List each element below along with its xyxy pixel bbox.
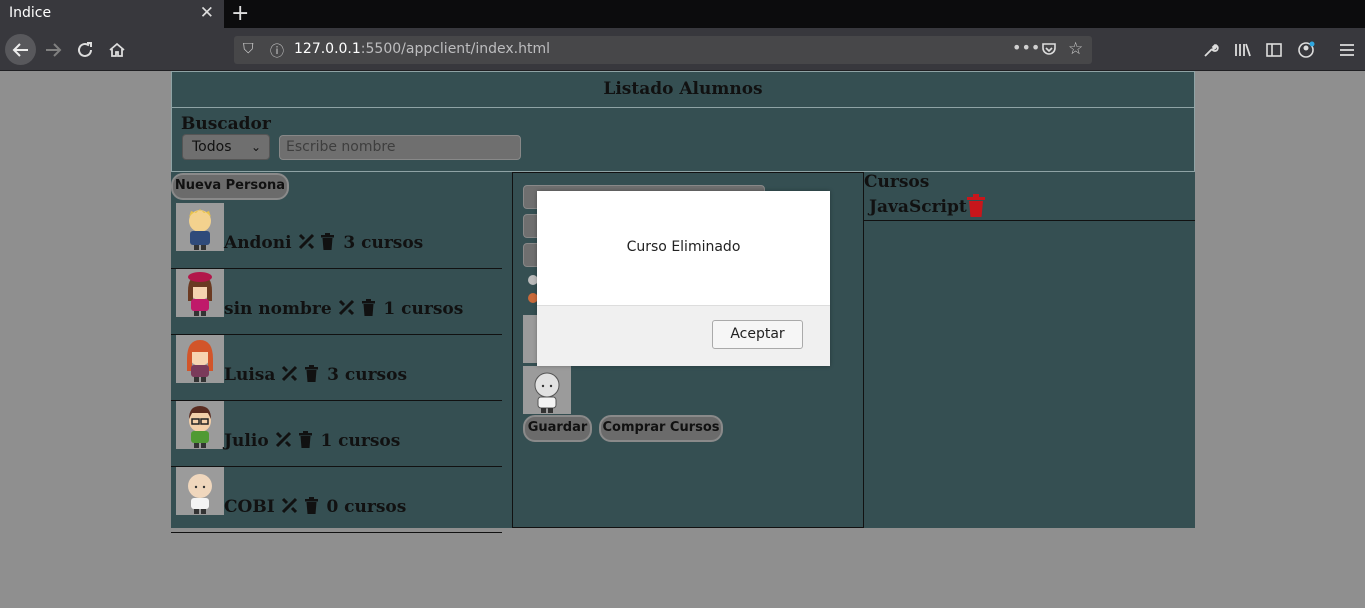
tab-title: Indice [9, 5, 52, 21]
url-host: 127.0.0.1 [294, 41, 361, 57]
avatar [176, 269, 224, 317]
url-bar[interactable]: ⛉ ⓘ 127.0.0.1:5500/appclient/index.html … [234, 36, 1092, 64]
new-tab-icon[interactable]: + [231, 1, 249, 26]
shield-icon[interactable]: ⛉ [243, 41, 254, 57]
list-item: Luisa 3 cursos [171, 335, 502, 401]
list-item: JavaScript [864, 194, 1195, 221]
avatar [176, 401, 224, 449]
dialog-message: Curso Eliminado [626, 239, 741, 255]
person-line: Andoni 3 cursos [224, 233, 423, 253]
home-icon[interactable] [102, 35, 132, 65]
trash-icon[interactable] [304, 365, 321, 382]
edit-icon[interactable] [298, 233, 315, 250]
courses-panel: Cursos JavaScript [864, 172, 1195, 528]
course-count: 3 cursos [343, 233, 424, 253]
tab-indice[interactable]: Indice ✕ [0, 0, 224, 28]
person-line: Julio 1 cursos [224, 431, 400, 451]
buy-courses-button[interactable]: Comprar Cursos [599, 415, 723, 442]
person-line: COBI 0 cursos [224, 497, 406, 517]
alert-dialog: Curso Eliminado Aceptar [537, 191, 830, 366]
edit-icon[interactable] [275, 431, 292, 448]
wrench-icon[interactable] [1196, 35, 1226, 65]
list-item: Andoni 3 cursos [171, 203, 502, 269]
course-count: 1 cursos [383, 299, 464, 319]
avatar [176, 203, 224, 251]
tab-bar: Indice ✕ + [0, 0, 1365, 28]
person-name: COBI [224, 497, 275, 517]
page-title: Listado Alumnos [171, 71, 1195, 108]
bookmark-star-icon[interactable]: ☆ [1068, 39, 1083, 59]
avatar [176, 467, 224, 515]
trash-icon[interactable] [361, 299, 378, 316]
list-item: Julio 1 cursos [171, 401, 502, 467]
person-line: sin nombre 1 cursos [224, 299, 463, 319]
trash-icon[interactable] [320, 233, 337, 250]
accept-button[interactable]: Aceptar [712, 320, 803, 349]
list-item: sin nombre 1 cursos [171, 269, 502, 335]
avatar-option[interactable] [523, 366, 571, 414]
search-section: Buscador Todos ⌄ Escribe nombre [171, 108, 1195, 172]
library-icon[interactable] [1228, 35, 1258, 65]
new-person-button[interactable]: Nueva Persona [171, 173, 289, 200]
edit-icon[interactable] [281, 365, 298, 382]
back-arrow-icon[interactable] [5, 34, 36, 65]
reload-icon[interactable] [70, 35, 100, 65]
course-count: 1 cursos [320, 431, 401, 451]
course-count: 0 cursos [326, 497, 407, 517]
filter-select[interactable]: Todos ⌄ [182, 134, 270, 160]
courses-title: Cursos [864, 172, 930, 192]
person-line: Luisa 3 cursos [224, 365, 407, 385]
navigation-bar: ⛉ ⓘ 127.0.0.1:5500/appclient/index.html … [0, 28, 1365, 71]
url-text[interactable]: 127.0.0.1:5500/appclient/index.html [294, 41, 550, 57]
sidebar-icon[interactable] [1259, 35, 1289, 65]
pocket-icon[interactable] [1041, 41, 1057, 61]
trash-icon[interactable] [298, 431, 315, 448]
person-name: Andoni [224, 233, 292, 253]
forward-arrow-icon[interactable] [38, 35, 68, 65]
account-icon[interactable] [1291, 35, 1321, 65]
people-list: Nueva Persona Andoni 3 cursos sin nombre [171, 172, 502, 533]
person-name: Julio [224, 431, 269, 451]
url-path: :5500/appclient/index.html [360, 41, 551, 57]
list-item: COBI 0 cursos [171, 467, 502, 533]
edit-icon[interactable] [281, 497, 298, 514]
info-icon[interactable]: ⓘ [270, 41, 284, 61]
chevron-down-icon: ⌄ [250, 140, 261, 154]
avatar [176, 335, 224, 383]
filter-selected-value: Todos [192, 139, 232, 155]
page-actions-icon[interactable]: ••• [1012, 38, 1040, 57]
person-name: Luisa [224, 365, 276, 385]
dialog-footer: Aceptar [537, 305, 830, 366]
search-label: Buscador [181, 114, 271, 134]
edit-icon[interactable] [338, 299, 355, 316]
person-name: sin nombre [224, 299, 332, 319]
close-tab-icon[interactable]: ✕ [200, 3, 214, 23]
trash-icon[interactable] [304, 497, 321, 514]
search-input[interactable]: Escribe nombre [279, 135, 521, 160]
trash-icon[interactable] [966, 194, 986, 221]
course-count: 3 cursos [327, 365, 408, 385]
save-button[interactable]: Guardar [523, 415, 592, 442]
course-name: JavaScript [869, 197, 967, 217]
menu-icon[interactable] [1332, 35, 1362, 65]
